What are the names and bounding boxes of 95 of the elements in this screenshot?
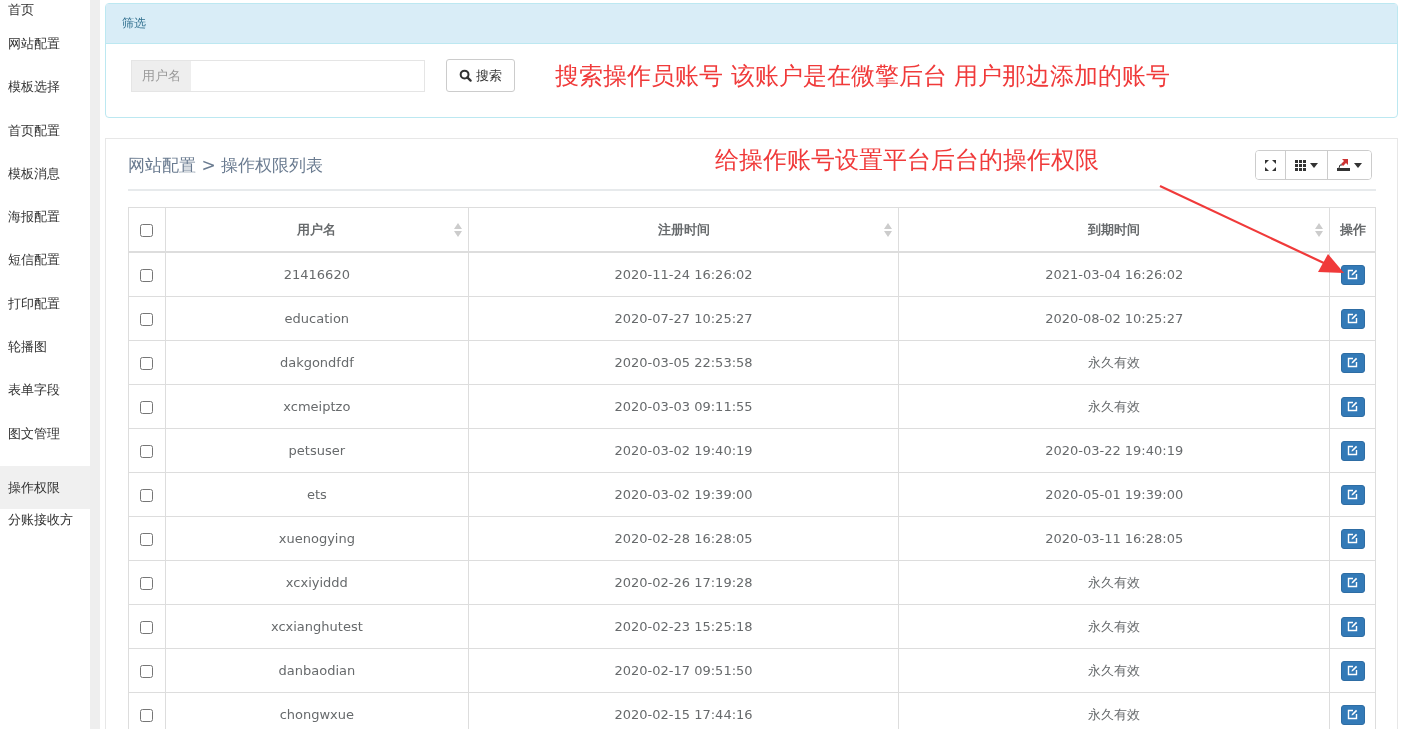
table-cell: 2020-02-28 16:28:05 xyxy=(468,516,899,561)
row-checkbox[interactable] xyxy=(140,621,154,634)
grid-icon xyxy=(1295,159,1306,171)
search-button[interactable]: 搜索 xyxy=(446,59,515,92)
column-header[interactable]: 到期时间 xyxy=(898,207,1330,252)
table-cell: 永久有效 xyxy=(898,648,1330,693)
export-button[interactable] xyxy=(1327,151,1371,179)
table-cell: 2020-02-23 15:25:18 xyxy=(468,604,899,649)
edit-icon xyxy=(1347,709,1358,720)
sort-icon xyxy=(884,222,893,238)
edit-button[interactable] xyxy=(1340,440,1365,461)
row-checkbox[interactable] xyxy=(140,489,154,502)
table-cell: danbaodian xyxy=(165,648,469,693)
table-cell: 2020-03-22 19:40:19 xyxy=(898,428,1330,473)
edit-button[interactable] xyxy=(1340,616,1365,637)
sidebar-item[interactable]: 图文管理 xyxy=(0,422,90,466)
edit-button[interactable] xyxy=(1340,704,1365,725)
panel-title: 筛选 xyxy=(122,16,146,30)
row-checkbox[interactable] xyxy=(140,269,154,282)
edit-button[interactable] xyxy=(1340,264,1365,285)
sidebar-item[interactable]: 首页配置 xyxy=(0,119,90,163)
edit-icon xyxy=(1347,533,1358,544)
row-checkbox[interactable] xyxy=(140,665,154,678)
edit-icon xyxy=(1347,577,1358,588)
table-cell: 2020-05-01 19:39:00 xyxy=(898,472,1330,517)
row-checkbox[interactable] xyxy=(140,709,154,722)
table-cell: petsuser xyxy=(165,428,469,473)
table-cell: 2020-03-02 19:39:00 xyxy=(468,472,899,517)
caret-icon xyxy=(1354,162,1362,168)
edit-button[interactable] xyxy=(1340,528,1365,549)
row-checkbox[interactable] xyxy=(140,401,154,414)
table-cell: 2020-02-17 09:51:50 xyxy=(468,648,899,693)
annotation-text: 给操作账号设置平台后台的操作权限 xyxy=(715,145,1100,176)
table-cell: 永久有效 xyxy=(898,384,1330,429)
table-cell: education xyxy=(165,296,469,341)
row-checkbox[interactable] xyxy=(140,357,154,370)
table-cell: 永久有效 xyxy=(898,560,1330,605)
caret-icon xyxy=(1310,162,1318,168)
edit-icon xyxy=(1347,269,1358,280)
sidebar-item[interactable]: 模板选择 xyxy=(0,76,90,120)
table-cell: 2020-08-02 10:25:27 xyxy=(898,296,1330,341)
table-cell: xcmeiptzo xyxy=(165,384,469,429)
row-checkbox[interactable] xyxy=(140,533,154,546)
sidebar-item[interactable]: 首页 xyxy=(0,0,90,33)
edit-icon xyxy=(1347,489,1358,500)
edit-icon xyxy=(1347,313,1358,324)
table-cell: 2020-02-26 17:19:28 xyxy=(468,560,899,605)
edit-button[interactable] xyxy=(1340,308,1365,329)
annotation-text: 搜索操作员账号 该账户是在微擎后台 用户那边添加的账号 xyxy=(555,60,1171,92)
table-cell: 2020-03-05 22:53:58 xyxy=(468,340,899,385)
edit-button[interactable] xyxy=(1340,572,1365,593)
edit-icon xyxy=(1347,445,1358,456)
table-cell: 2020-03-02 19:40:19 xyxy=(468,428,899,473)
column-header: 操作 xyxy=(1329,207,1376,252)
sidebar-item[interactable]: 网站配置 xyxy=(0,33,90,77)
edit-button[interactable] xyxy=(1340,396,1365,417)
search-icon xyxy=(459,69,472,82)
fullscreen-icon xyxy=(1265,159,1276,171)
row-checkbox[interactable] xyxy=(140,445,154,458)
table-cell: 永久有效 xyxy=(898,340,1330,385)
table-cell: dakgondfdf xyxy=(165,340,469,385)
table-cell: 2020-03-03 09:11:55 xyxy=(468,384,899,429)
sort-icon xyxy=(453,222,462,238)
table-cell: xcxiyiddd xyxy=(165,560,469,605)
row-checkbox[interactable] xyxy=(140,577,154,590)
table-cell: xuenogying xyxy=(165,516,469,561)
table-cell: 2020-11-24 16:26:02 xyxy=(468,252,899,297)
edit-button[interactable] xyxy=(1340,352,1365,373)
sidebar-item[interactable]: 分账接收方 xyxy=(0,509,90,553)
export-icon xyxy=(1337,159,1350,171)
column-header[interactable]: 注册时间 xyxy=(468,207,899,252)
sidebar-item[interactable]: 短信配置 xyxy=(0,249,90,293)
table-cell: ets xyxy=(165,472,469,517)
select-all-checkbox[interactable] xyxy=(140,224,154,237)
edit-icon xyxy=(1347,665,1358,676)
edit-button[interactable] xyxy=(1340,660,1365,681)
table-cell: 2020-03-11 16:28:05 xyxy=(898,516,1330,561)
sidebar-item[interactable]: 表单字段 xyxy=(0,379,90,423)
breadcrumb: 网站配置 > 操作权限列表 xyxy=(128,153,324,177)
column-header[interactable]: 用户名 xyxy=(165,207,469,252)
table-cell: 永久有效 xyxy=(898,604,1330,649)
edit-icon xyxy=(1347,401,1358,412)
sidebar-item[interactable]: 模板消息 xyxy=(0,162,90,207)
row-checkbox[interactable] xyxy=(140,313,154,326)
table-cell: xcxianghutest xyxy=(165,604,469,649)
edit-icon xyxy=(1347,621,1358,632)
sort-icon xyxy=(1315,222,1323,238)
edit-icon xyxy=(1347,357,1358,368)
sidebar-item[interactable]: 轮播图 xyxy=(0,336,90,380)
edit-button[interactable] xyxy=(1340,484,1365,505)
sidebar-item[interactable]: 打印配置 xyxy=(0,292,90,337)
table-cell: 2020-07-27 10:25:27 xyxy=(468,296,899,341)
sidebar-item[interactable]: 操作权限 xyxy=(0,465,90,510)
sidebar-item[interactable]: 海报配置 xyxy=(0,206,90,250)
table-cell: 21416620 xyxy=(165,252,469,297)
